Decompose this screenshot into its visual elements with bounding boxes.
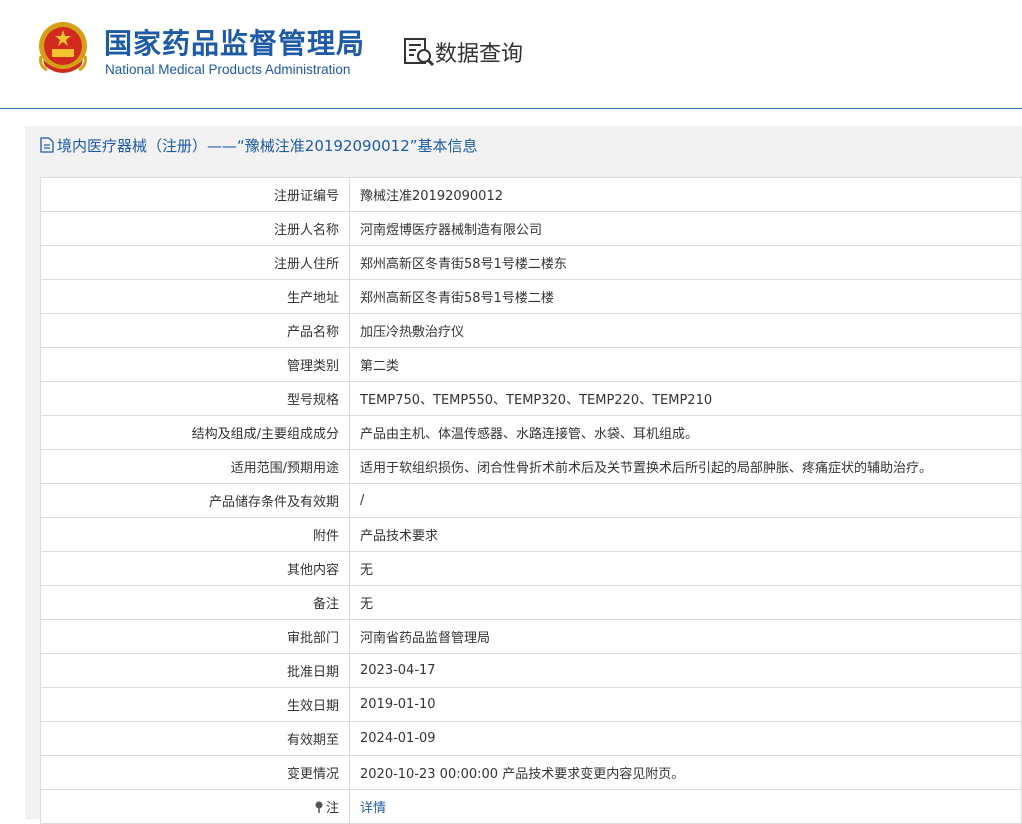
row-label: 注册人住所 <box>40 245 350 280</box>
table-row: 产品名称 加压冷热敷治疗仪 <box>40 313 1022 348</box>
row-label: 生效日期 <box>40 687 350 722</box>
row-label: 生产地址 <box>40 279 350 314</box>
row-value: 河南省药品监督管理局 <box>349 619 1022 654</box>
row-label: 注册人名称 <box>40 211 350 246</box>
data-query-label: 数据查询 <box>435 42 524 67</box>
row-label: 产品名称 <box>40 313 350 348</box>
table-row: 附件 产品技术要求 <box>40 517 1022 552</box>
row-value: 豫械注准20192090012 <box>349 177 1022 212</box>
row-value: 产品由主机、体温传感器、水路连接管、水袋、耳机组成。 <box>349 415 1022 450</box>
row-label: 其他内容 <box>40 551 350 586</box>
row-value: 2024-01-09 <box>349 721 1022 756</box>
row-value: TEMP750、TEMP550、TEMP320、TEMP220、TEMP210 <box>349 381 1022 416</box>
row-label: 变更情况 <box>40 755 350 790</box>
page-title: 境内医疗器械（注册）——“豫械注准20192090012”基本信息 <box>25 126 1022 164</box>
document-icon <box>40 137 54 153</box>
row-label: 型号规格 <box>40 381 350 416</box>
table-row: 注册证编号 豫械注准20192090012 <box>40 177 1022 212</box>
page-title-text: 境内医疗器械（注册）——“豫械注准20192090012”基本信息 <box>57 136 478 155</box>
table-row: 管理类别 第二类 <box>40 347 1022 382</box>
row-value: 无 <box>349 551 1022 586</box>
row-value: 无 <box>349 585 1022 620</box>
document-search-icon <box>404 38 435 67</box>
row-value: 2019-01-10 <box>349 687 1022 722</box>
row-label: 批准日期 <box>40 653 350 688</box>
details-link[interactable]: 详情 <box>360 801 386 816</box>
row-value: 2020-10-23 00:00:00 产品技术要求变更内容见附页。 <box>349 755 1022 790</box>
table-row: 变更情况 2020-10-23 00:00:00 产品技术要求变更内容见附页。 <box>40 755 1022 790</box>
org-name-en: National Medical Products Administration <box>105 62 351 77</box>
row-label: 结构及组成/主要组成成分 <box>40 415 350 450</box>
row-label: 注册证编号 <box>40 177 350 212</box>
row-value: 适用于软组织损伤、闭合性骨折术前术后及关节置换术后所引起的局部肿胀、疼痛症状的辅… <box>349 449 1022 484</box>
row-label: 审批部门 <box>40 619 350 654</box>
site-header: 国家药品监督管理局 National Medical Products Admi… <box>0 0 1022 109</box>
row-value: 加压冷热敷治疗仪 <box>349 313 1022 348</box>
row-value: 河南煜博医疗器械制造有限公司 <box>349 211 1022 246</box>
table-row: 生产地址 郑州高新区冬青街58号1号楼二楼 <box>40 279 1022 314</box>
row-label: 附件 <box>40 517 350 552</box>
table-row: 注册人住所 郑州高新区冬青街58号1号楼二楼东 <box>40 245 1022 280</box>
row-label: 有效期至 <box>40 721 350 756</box>
table-row: 注册人名称 河南煜博医疗器械制造有限公司 <box>40 211 1022 246</box>
row-value: 产品技术要求 <box>349 517 1022 552</box>
row-value: 郑州高新区冬青街58号1号楼二楼 <box>349 279 1022 314</box>
row-label: 产品储存条件及有效期 <box>40 483 350 518</box>
row-label: 注 <box>40 789 350 824</box>
pin-icon <box>315 801 323 813</box>
table-row: 有效期至 2024-01-09 <box>40 721 1022 756</box>
row-value: 郑州高新区冬青街58号1号楼二楼东 <box>349 245 1022 280</box>
row-value: 第二类 <box>349 347 1022 382</box>
row-label: 备注 <box>40 585 350 620</box>
table-row: 产品储存条件及有效期 / <box>40 483 1022 518</box>
table-row: 批准日期 2023-04-17 <box>40 653 1022 688</box>
row-value: / <box>349 483 1022 518</box>
table-row: 型号规格 TEMP750、TEMP550、TEMP320、TEMP220、TEMP… <box>40 381 1022 416</box>
table-row: 备注无 <box>40 585 1022 620</box>
table-row: 结构及组成/主要组成成分 产品由主机、体温传感器、水路连接管、水袋、耳机组成。 <box>40 415 1022 450</box>
national-emblem-icon <box>39 22 87 73</box>
row-label: 管理类别 <box>40 347 350 382</box>
info-table: 注册证编号 豫械注准20192090012 注册人名称 河南煜博医疗器械制造有限公司注… <box>40 177 1022 824</box>
table-row-note: 注 详情 <box>40 789 1022 824</box>
table-row: 其他内容无 <box>40 551 1022 586</box>
row-value: 2023-04-17 <box>349 653 1022 688</box>
content-panel: 境内医疗器械（注册）——“豫械注准20192090012”基本信息 注册证编号豫… <box>25 126 1022 824</box>
table-row: 生效日期 2019-01-10 <box>40 687 1022 722</box>
org-name-cn: 国家药品监督管理局 <box>104 27 366 60</box>
row-value: 详情 <box>349 789 1022 824</box>
data-query-nav[interactable]: 数据查询 <box>403 36 523 68</box>
table-row: 适用范围/预期用途 适用于软组织损伤、闭合性骨折术前术后及关节置换术后所引起的局部… <box>40 449 1022 484</box>
row-label: 适用范围/预期用途 <box>40 449 350 484</box>
table-row: 审批部门 河南省药品监督管理局 <box>40 619 1022 654</box>
